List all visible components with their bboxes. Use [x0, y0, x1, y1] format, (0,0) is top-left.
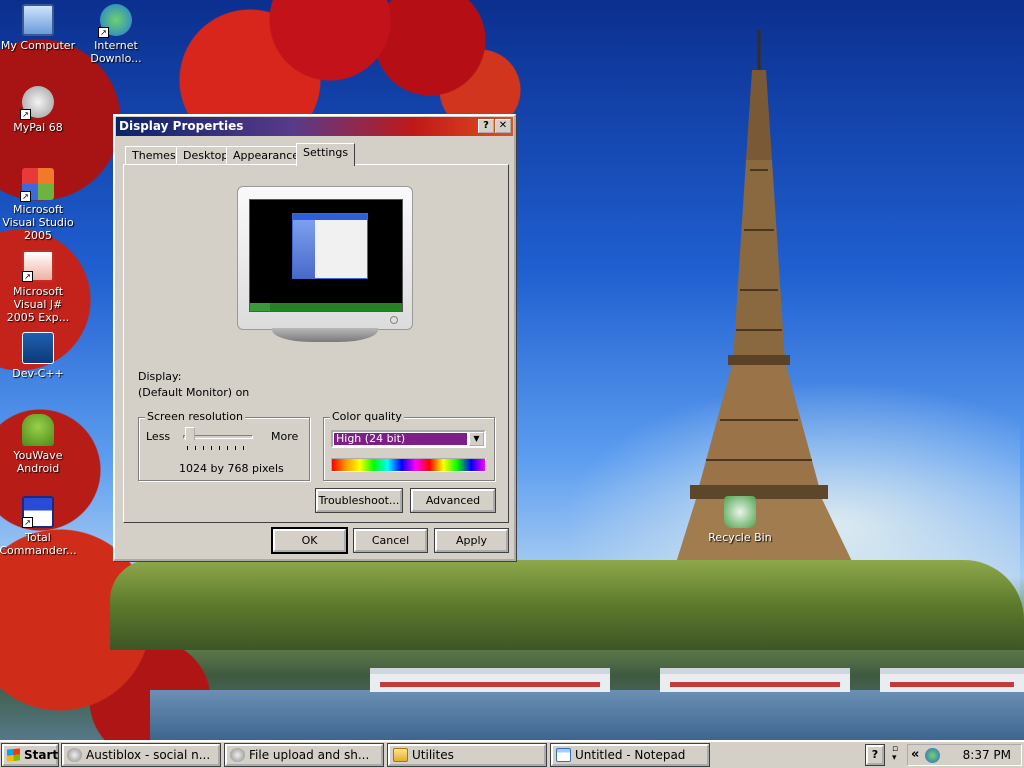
desktop-icon-total-commander[interactable]: ↗ Total Commander...: [0, 496, 78, 557]
display-label: Display:: [138, 370, 182, 383]
desktop-icon-label: Total Commander...: [0, 531, 77, 557]
display-value: (Default Monitor) on: [138, 386, 250, 399]
preview-window: [292, 213, 368, 279]
total-commander-icon: ↗: [22, 496, 54, 528]
desktop-icon-label: Recycle Bin: [708, 531, 772, 544]
desktop-icon-internet-download-manager[interactable]: ↗ Internet Downlo...: [76, 4, 156, 65]
color-quality-selected: High (24 bit): [334, 433, 467, 445]
taskbar-item-file-upload[interactable]: File upload and sh...: [225, 744, 383, 766]
my-computer-icon: [22, 4, 54, 36]
monitor-screen: [249, 199, 403, 312]
close-button[interactable]: ✕: [495, 119, 511, 133]
desktop-icon-label: MyPal 68: [13, 121, 63, 134]
wallpaper-boat: [660, 668, 850, 692]
wallpaper-boat: [370, 668, 610, 692]
youwave-android-icon: [22, 414, 54, 446]
help-button[interactable]: ?: [478, 119, 494, 133]
taskbar-item-label: Austiblox - social n...: [86, 748, 211, 762]
taskbar-clock[interactable]: 8:37 PM: [963, 745, 1011, 765]
screen-resolution-group: Screen resolution Less More 1024 by 768 …: [138, 410, 310, 481]
wallpaper-boat: [880, 668, 1024, 692]
shortcut-arrow-icon: ↗: [22, 517, 33, 528]
taskbar-item-label: File upload and sh...: [249, 748, 370, 762]
monitor-preview: [237, 186, 413, 330]
system-tray: « 8:37 PM: [907, 744, 1022, 766]
desktop-icon-my-computer[interactable]: My Computer: [0, 4, 78, 52]
desktop-icon-label: YouWave Android: [13, 449, 63, 475]
desktop-icon-visual-jsharp[interactable]: ↗ Microsoft Visual J# 2005 Exp...: [0, 250, 78, 324]
start-button[interactable]: Start: [2, 744, 58, 766]
internet-download-manager-icon: ↗: [98, 4, 132, 38]
wallpaper-trees: [110, 560, 1024, 650]
resolution-less-label: Less: [146, 430, 171, 443]
desktop-icon-label: My Computer: [0, 39, 76, 52]
taskbar-item-notepad[interactable]: Untitled - Notepad: [551, 744, 709, 766]
chevron-down-icon[interactable]: ▼: [469, 432, 484, 446]
resolution-more-label: More: [271, 430, 299, 443]
shortcut-arrow-icon: ↗: [22, 271, 33, 282]
monitor-power-icon: [390, 316, 398, 324]
desktop-icon-visual-studio[interactable]: ↗ Microsoft Visual Studio 2005: [0, 168, 78, 242]
shortcut-arrow-icon: ↗: [20, 109, 31, 120]
ok-button[interactable]: OK: [273, 529, 346, 552]
visual-jsharp-icon: ↗: [22, 250, 54, 282]
resolution-value: 1024 by 768 pixels: [179, 462, 284, 475]
desktop-icon-recycle-bin[interactable]: Recycle Bin: [700, 496, 780, 544]
taskbar: Start Austiblox - social n... File uploa…: [0, 740, 1024, 768]
shortcut-arrow-icon: ↗: [20, 191, 31, 202]
troubleshoot-button[interactable]: Troubleshoot...: [316, 489, 402, 512]
display-properties-dialog: Display Properties ? ✕ Themes Desktop Ap…: [113, 114, 516, 561]
taskbar-item-label: Untitled - Notepad: [575, 748, 686, 762]
dialog-titlebar[interactable]: Display Properties ? ✕: [116, 117, 513, 136]
resolution-slider-ticks: [187, 446, 251, 450]
shortcut-arrow-icon: ↗: [98, 27, 109, 38]
notepad-icon: [556, 748, 571, 762]
tab-settings[interactable]: Settings: [296, 143, 356, 166]
cancel-button[interactable]: Cancel: [354, 529, 427, 552]
tray-network-icon[interactable]: [925, 748, 940, 763]
window-list-icon[interactable]: ▫ ▾: [892, 745, 898, 763]
color-quality-group: Color quality High (24 bit) ▼: [323, 410, 495, 481]
apply-button[interactable]: Apply: [435, 529, 508, 552]
desktop-icon-label: Microsoft Visual J# 2005 Exp...: [6, 285, 70, 324]
mypal-icon: ↗: [20, 86, 54, 120]
taskbar-item-utilites[interactable]: Utilites: [388, 744, 546, 766]
monitor-stand: [272, 328, 378, 342]
wallpaper-sky: [560, 380, 1020, 620]
desktop-icon-mypal[interactable]: ↗ MyPal 68: [0, 86, 78, 134]
tab-appearance[interactable]: Appearance: [226, 146, 307, 165]
tray-expand-icon[interactable]: «: [911, 746, 919, 764]
resolution-slider-thumb[interactable]: [185, 427, 195, 445]
desktop-icon-youwave-android[interactable]: YouWave Android: [0, 414, 78, 475]
tab-themes[interactable]: Themes: [125, 146, 183, 165]
help-icon[interactable]: ?: [866, 745, 884, 765]
recycle-bin-icon: [724, 496, 756, 528]
taskbar-item-austiblox[interactable]: Austiblox - social n...: [62, 744, 220, 766]
screen-resolution-legend: Screen resolution: [145, 410, 245, 423]
color-spectrum-bar: [331, 458, 486, 472]
settings-tab-panel: Display: (Default Monitor) on Screen res…: [123, 164, 509, 523]
advanced-button[interactable]: Advanced: [411, 489, 495, 512]
color-quality-select[interactable]: High (24 bit) ▼: [331, 430, 486, 448]
color-quality-legend: Color quality: [330, 410, 404, 423]
visual-studio-icon: ↗: [20, 168, 54, 202]
desktop-icon-label: Dev-C++: [12, 367, 64, 380]
wallpaper-river: [150, 690, 1024, 740]
desktop-icon-label: Microsoft Visual Studio 2005: [2, 203, 74, 242]
preview-taskbar: [250, 303, 402, 311]
dev-cpp-icon: [22, 332, 54, 364]
mypal-icon: [67, 748, 82, 762]
mypal-icon: [230, 748, 245, 762]
taskbar-item-label: Utilites: [412, 748, 454, 762]
dialog-title: Display Properties: [119, 119, 244, 133]
desktop-icon-label: Internet Downlo...: [90, 39, 142, 65]
desktop-icon-dev-cpp[interactable]: Dev-C++: [0, 332, 78, 380]
folder-icon: [393, 748, 408, 762]
